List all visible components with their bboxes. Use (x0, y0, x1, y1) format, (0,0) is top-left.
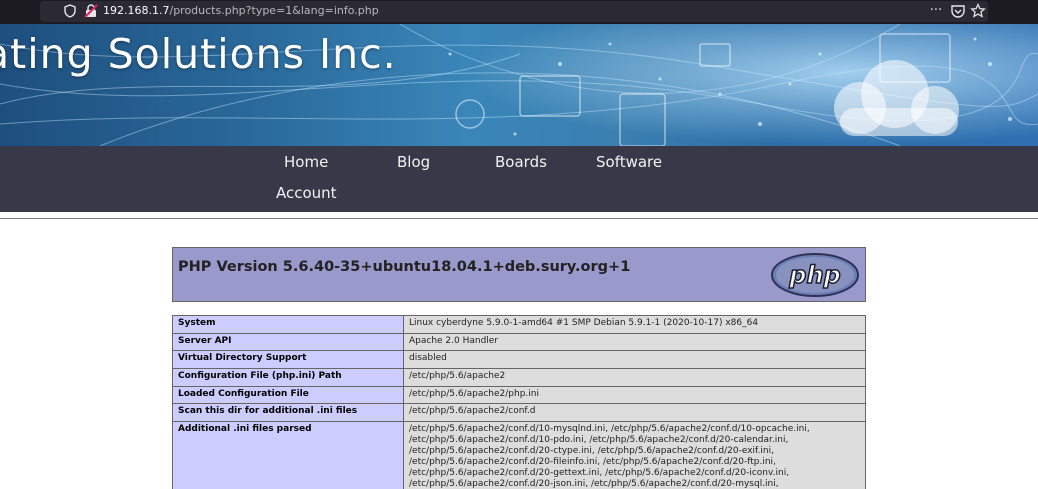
row-key: System (172, 315, 404, 334)
nav-blog-link[interactable]: Blog (397, 153, 430, 171)
shield-icon[interactable] (64, 4, 76, 18)
pocket-icon[interactable] (950, 3, 966, 19)
row-key: Configuration File (php.ini) Path (172, 368, 404, 387)
row-value: /etc/php/5.6/apache2 (403, 368, 866, 387)
nav-software-link[interactable]: Software (596, 153, 662, 171)
php-version-title: PHP Version 5.6.40-35+ubuntu18.04.1+deb.… (178, 259, 631, 275)
php-logo-text: php (788, 261, 840, 289)
site-banner: ating Solutions Inc. (0, 24, 1038, 146)
nav-home-link[interactable]: Home (284, 153, 328, 171)
bookmark-star-icon[interactable] (970, 3, 986, 19)
table-row: Loaded Configuration File /etc/php/5.6/a… (172, 385, 866, 405)
table-row: System Linux cyberdyne 5.9.0-1-amd64 #1 … (172, 315, 866, 334)
url-text[interactable]: 192.168.1.7/products.php?type=1&lang=inf… (103, 4, 379, 18)
row-value: /etc/php/5.6/apache2/conf.d/10-mysqlnd.i… (403, 421, 866, 489)
row-key: Additional .ini files parsed (172, 421, 404, 489)
nav-boards-link[interactable]: Boards (495, 153, 547, 171)
nav-account-link[interactable]: Account (276, 184, 337, 202)
row-value: /etc/php/5.6/apache2/php.ini (403, 385, 866, 405)
row-value: Linux cyberdyne 5.9.0-1-amd64 #1 SMP Deb… (403, 315, 866, 334)
table-row: Configuration File (php.ini) Path /etc/p… (172, 368, 866, 387)
php-logo: php (771, 253, 859, 297)
row-key: Loaded Configuration File (172, 385, 404, 405)
phpinfo-table: System Linux cyberdyne 5.9.0-1-amd64 #1 … (172, 315, 866, 489)
table-row: Scan this dir for additional .ini files … (172, 403, 866, 423)
url-host: 192.168.1.7 (103, 4, 170, 17)
row-key: Virtual Directory Support (172, 350, 404, 370)
insecure-lock-icon[interactable] (84, 4, 98, 18)
row-value: /etc/php/5.6/apache2/conf.d (403, 403, 866, 423)
phpinfo-header: PHP Version 5.6.40-35+ubuntu18.04.1+deb.… (172, 247, 866, 302)
row-key: Scan this dir for additional .ini files (172, 403, 404, 423)
divider (0, 218, 1038, 219)
row-value: disabled (403, 350, 866, 370)
browser-toolbar: 192.168.1.7/products.php?type=1&lang=inf… (0, 0, 1038, 24)
page-actions-icon[interactable]: ··· (928, 3, 944, 19)
table-row: Server API Apache 2.0 Handler (172, 332, 866, 352)
site-title: ating Solutions Inc. (0, 30, 397, 78)
table-row: Additional .ini files parsed /etc/php/5.… (172, 421, 866, 489)
main-nav: Home Blog Boards Software Account (0, 146, 1038, 212)
row-key: Server API (172, 332, 404, 352)
table-row: Virtual Directory Support disabled (172, 350, 866, 370)
row-value: Apache 2.0 Handler (403, 332, 866, 352)
url-path: /products.php?type=1&lang=info.php (169, 4, 379, 17)
